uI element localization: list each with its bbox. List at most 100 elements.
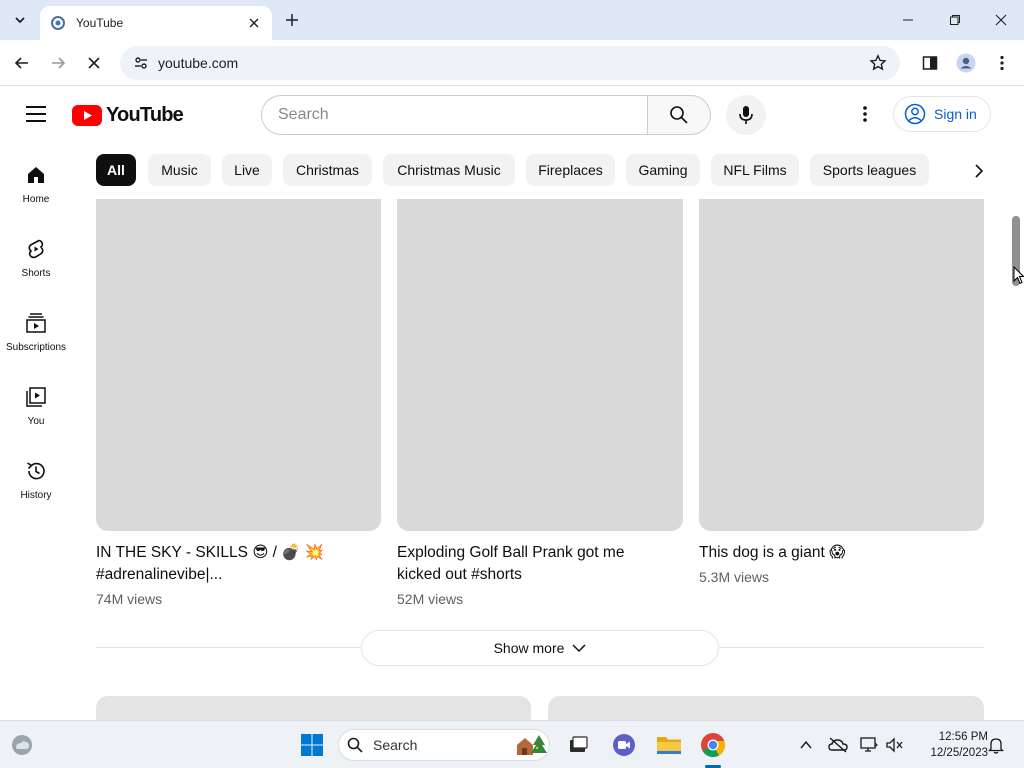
weather-icon	[12, 735, 32, 755]
sidebar-item-label: You	[27, 416, 45, 427]
cloud-sync-tray[interactable]	[828, 735, 848, 755]
tab-search-button[interactable]	[8, 8, 32, 32]
bookmark-star-icon[interactable]	[866, 51, 890, 75]
sidebar-item-history[interactable]: History	[0, 442, 72, 516]
video-views: 5.3M views	[699, 569, 770, 585]
clock-time: 12:56 PM	[938, 731, 988, 743]
video-views: 74M views	[96, 591, 163, 607]
show-more-button[interactable]: Show more	[361, 630, 719, 666]
browser-tab-youtube[interactable]: YouTube	[40, 6, 272, 40]
address-bar[interactable]: youtube.com	[120, 46, 900, 80]
new-tab-button[interactable]	[282, 10, 302, 30]
sidebar-item-home[interactable]: Home	[0, 146, 72, 220]
video-title[interactable]: This dog is a giant 😱	[699, 542, 984, 564]
sidebar-item-subscriptions[interactable]: Subscriptions	[0, 294, 72, 368]
chrome-icon	[701, 733, 726, 758]
chip-sports-leagues[interactable]: Sports leagues	[810, 154, 929, 186]
history-icon	[27, 462, 45, 480]
microphone-icon	[739, 106, 753, 124]
sidebar-item-you[interactable]: You	[0, 368, 72, 442]
taskbar-chrome[interactable]	[699, 731, 727, 759]
browser-menu-button[interactable]	[990, 51, 1014, 75]
chevron-down-icon	[15, 17, 25, 24]
menu-icon	[26, 106, 46, 108]
task-view-button[interactable]	[564, 731, 592, 759]
taskbar-file-explorer[interactable]	[655, 731, 683, 759]
holiday-decoration-icon	[517, 735, 547, 755]
site-info-icon[interactable]	[126, 48, 156, 78]
side-panel-button[interactable]	[918, 51, 942, 75]
minimize-button[interactable]	[896, 8, 920, 32]
restore-icon	[950, 15, 960, 25]
video-title-line: #adrenalinevibe|...	[96, 566, 223, 583]
show-more-label: Show more	[493, 640, 565, 656]
search-box[interactable]	[261, 95, 648, 135]
video-call-icon	[613, 734, 635, 756]
profile-button[interactable]	[954, 51, 978, 75]
youtube-logo[interactable]: YouTube	[72, 104, 184, 127]
sidebar-item-label: Subscriptions	[5, 342, 67, 353]
close-icon[interactable]	[246, 15, 262, 31]
chips-next-button[interactable]	[968, 160, 990, 182]
close-window-button[interactable]	[989, 8, 1013, 32]
chip-christmas[interactable]: Christmas	[283, 154, 372, 186]
taskbar-search[interactable]: Search	[338, 729, 550, 761]
menu-icon-line	[26, 120, 46, 122]
video-thumbnail[interactable]	[96, 199, 381, 531]
minimize-icon	[903, 19, 913, 21]
profile-icon	[956, 53, 976, 73]
sidebar-item-shorts[interactable]: Shorts	[0, 220, 72, 294]
more-vertical-icon	[1000, 55, 1004, 71]
url-text[interactable]: youtube.com	[158, 55, 866, 71]
video-thumbnail[interactable]	[397, 199, 683, 531]
guide-menu-button[interactable]	[22, 102, 50, 126]
chip-gaming[interactable]: Gaming	[626, 154, 700, 186]
video-thumbnail[interactable]	[96, 696, 531, 720]
chevron-right-icon	[975, 164, 984, 178]
chip-christmas-music[interactable]: Christmas Music	[383, 154, 515, 186]
sign-in-button[interactable]: Sign in	[893, 96, 991, 132]
chip-nfl-films[interactable]: NFL Films	[711, 154, 799, 186]
video-thumbnail[interactable]	[699, 199, 984, 531]
taskbar-meet-app[interactable]	[610, 731, 638, 759]
restore-button[interactable]	[943, 8, 967, 32]
search-input[interactable]	[262, 96, 648, 134]
chip-all[interactable]: All	[96, 154, 136, 186]
search-button[interactable]	[647, 95, 711, 135]
chevron-up-icon	[800, 740, 812, 749]
back-button[interactable]	[10, 51, 34, 75]
mouse-cursor-icon	[1013, 266, 1024, 285]
youtube-play-logo-icon	[72, 105, 102, 126]
video-title[interactable]: IN THE SKY - SKILLS 😎 / 💣 💥 #adrenalinev…	[96, 542, 381, 586]
menu-icon-line	[26, 113, 46, 115]
chip-live[interactable]: Live	[222, 154, 272, 186]
plus-icon	[286, 14, 298, 26]
forward-button[interactable]	[46, 51, 70, 75]
you-library-icon	[26, 387, 46, 407]
folder-icon	[657, 737, 681, 754]
voice-search-button[interactable]	[726, 95, 766, 135]
display-tray[interactable]	[859, 735, 879, 755]
video-title[interactable]: Exploding Golf Ball Prank got me kicked …	[397, 542, 683, 586]
stop-loading-button[interactable]	[82, 51, 106, 75]
youtube-masthead: YouTube Sign in	[0, 86, 1024, 142]
chip-fireplaces[interactable]: Fireplaces	[526, 154, 615, 186]
weather-widget[interactable]	[8, 731, 36, 759]
windows-taskbar: Search 12:56 PM 12/25/2023	[0, 720, 1024, 768]
system-clock[interactable]: 12:56 PM 12/25/2023	[912, 729, 988, 761]
browser-tab-bar: YouTube	[0, 0, 1024, 40]
volume-tray[interactable]	[885, 735, 905, 755]
notifications-button[interactable]	[986, 735, 1006, 755]
tab-title: YouTube	[76, 16, 124, 30]
cloud-off-icon	[828, 737, 848, 753]
volume-muted-icon	[886, 737, 903, 753]
chip-music[interactable]: Music	[148, 154, 211, 186]
home-icon	[28, 167, 44, 183]
video-thumbnail[interactable]	[548, 696, 984, 720]
taskbar-search-label: Search	[373, 737, 418, 753]
monitor-icon	[860, 737, 878, 752]
settings-more-button[interactable]	[853, 102, 877, 126]
windows-logo-icon	[301, 734, 323, 756]
start-button[interactable]	[298, 731, 326, 759]
show-hidden-icons-button[interactable]	[796, 735, 816, 755]
